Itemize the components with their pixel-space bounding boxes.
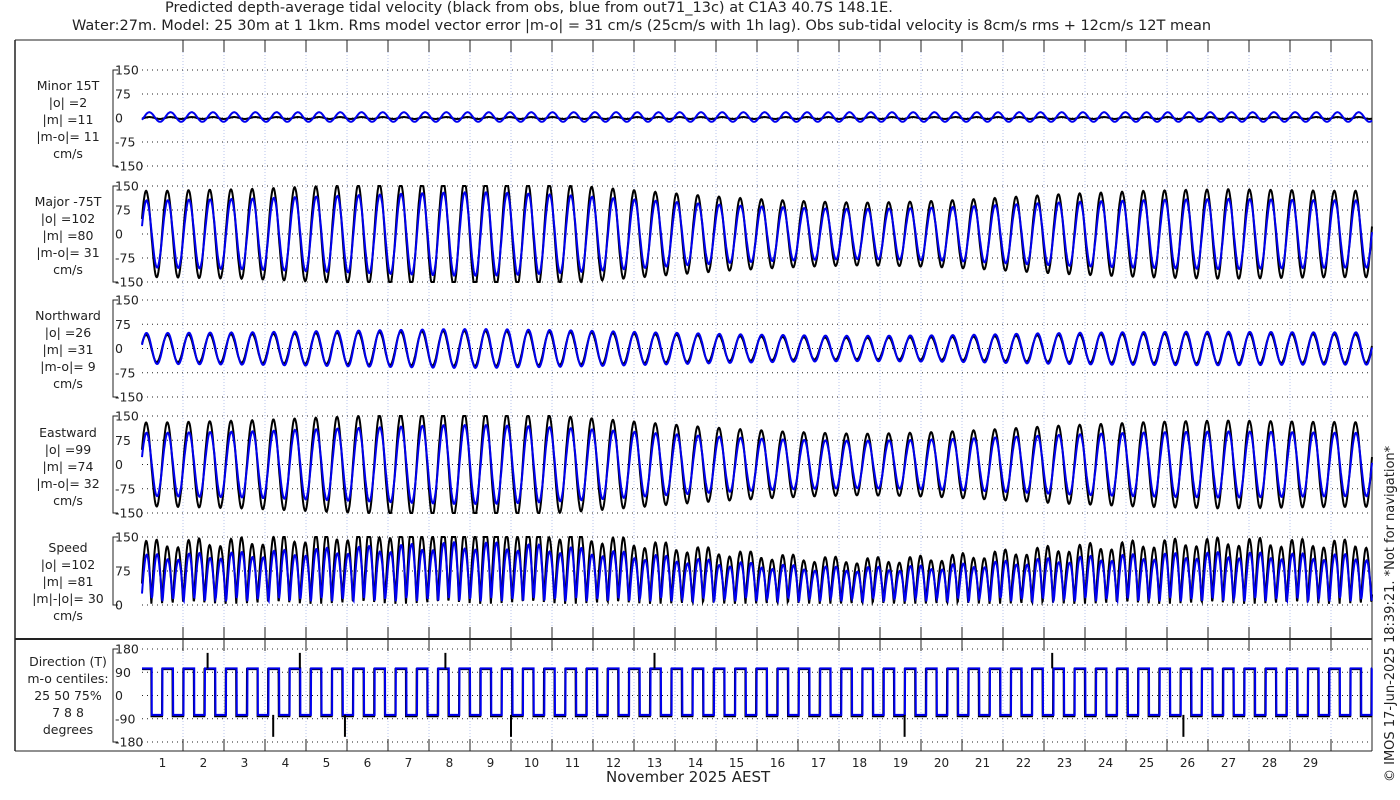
x-tick-label: 27: [1221, 756, 1236, 770]
y-tick-label: 150: [115, 63, 139, 78]
x-tick-label: 11: [565, 756, 580, 770]
y-tick-label: -90: [115, 711, 135, 726]
x-tick-label: 7: [405, 756, 413, 770]
x-tick-label: 9: [487, 756, 495, 770]
x-tick-label: 21: [975, 756, 990, 770]
panel-label-line: m-o centiles:: [27, 671, 108, 686]
x-tick-label: 20: [934, 756, 949, 770]
y-tick-label: 75: [115, 433, 131, 448]
x-tick-label: 2: [200, 756, 208, 770]
panel-label-line: cm/s: [53, 376, 83, 391]
panel-eastward: Eastward |o| =99 |m| =74 |m-o|= 32 cm/s 150 75…: [36, 409, 1373, 521]
y-tick-label: 0: [115, 598, 123, 613]
panel-label-line: |o| =2: [49, 95, 87, 110]
y-tick-label: -150: [115, 390, 143, 405]
panel-label-line: degrees: [43, 722, 93, 737]
x-tick-label: 3: [241, 756, 249, 770]
panel-label-line: Speed: [48, 540, 87, 555]
y-tick-label: 90: [115, 665, 131, 680]
y-tick-label: 75: [115, 317, 131, 332]
panel-label-line: Eastward: [39, 425, 97, 440]
panel-label-line: |o| =102: [41, 211, 95, 226]
panel-label-line: 25 50 75%: [34, 688, 102, 703]
panel-major: Major -75T |o| =102 |m| =80 |m-o|= 31 cm/s 15…: [35, 179, 1373, 290]
y-tick-label: 180: [115, 642, 139, 657]
y-tick-label: 150: [115, 530, 139, 545]
copyright-notice: © IMOS 17-Jun-2025 18:39:21. *Not for na…: [1383, 445, 1398, 782]
x-tick-label: 22: [1016, 756, 1031, 770]
panel-label-line: |o| =26: [45, 325, 91, 340]
panel-label-line: |m-o|= 11: [36, 129, 99, 144]
panel-label-line: |m| =31: [43, 342, 94, 357]
y-tick-label: 0: [115, 111, 123, 126]
x-tick-label: 19: [893, 756, 908, 770]
y-tick-label: -180: [115, 735, 143, 750]
x-tick-label: 16: [770, 756, 785, 770]
panel-direction: Direction (T) m-o centiles: 25 50 75% 7 8 8…: [27, 642, 1373, 750]
y-tick-label: 75: [115, 203, 131, 218]
y-tick-label: 0: [115, 227, 123, 242]
y-tick-label: 0: [115, 341, 123, 356]
x-tick-label: 26: [1180, 756, 1195, 770]
panel-label-line: cm/s: [53, 262, 83, 277]
y-tick-label: -75: [115, 251, 135, 266]
x-tick-label: 6: [364, 756, 372, 770]
panel-label-line: Northward: [35, 308, 101, 323]
x-tick-label: 25: [1139, 756, 1154, 770]
panel-label-line: |m| =80: [43, 228, 94, 243]
y-tick-label: 75: [115, 87, 131, 102]
y-tick-label: -75: [115, 481, 135, 496]
panel-speed: Speed |o| =102 |m| =81 |m|-|o|= 30 cm/s 150 75…: [32, 530, 1373, 623]
panel-label-line: Minor 15T: [37, 78, 100, 93]
y-tick-label: 0: [115, 457, 123, 472]
y-tick-label: -150: [115, 275, 143, 290]
panel-label-line: Major -75T: [35, 194, 102, 209]
tidal-velocity-chart: 1 2 3 4 5 6 7 8 9 10 11 12 13 14 15 16 17 18 19 20 21 22 23 24 2…: [14, 39, 1373, 770]
x-tick-label: 5: [323, 756, 331, 770]
panel-label-line: cm/s: [53, 146, 83, 161]
y-tick-label: -75: [115, 365, 135, 380]
x-tick-label: 10: [524, 756, 539, 770]
x-tick-label: 23: [1057, 756, 1072, 770]
y-tick-label: 150: [115, 409, 139, 424]
panel-northward: Northward |o| =26 |m| =31 |m-o|= 9 cm/s 150 75…: [35, 293, 1373, 405]
panel-label-line: |m-o|= 31: [36, 245, 99, 260]
y-tick-label: -150: [115, 159, 143, 174]
y-tick-label: 75: [115, 564, 131, 579]
panel-label-line: |o| =102: [41, 557, 95, 572]
series-direction-model: [142, 667, 1373, 716]
x-tick-label: 8: [446, 756, 454, 770]
x-tick-label: 24: [1098, 756, 1113, 770]
x-tick-label: 1: [159, 756, 167, 770]
y-tick-label: 150: [115, 179, 139, 194]
x-axis-label: November 2025 AEST: [606, 768, 771, 786]
x-tick-label: 29: [1303, 756, 1318, 770]
panel-label-line: cm/s: [53, 608, 83, 623]
panel-label-line: |m| =81: [43, 574, 94, 589]
y-tick-label: 150: [115, 293, 139, 308]
panel-label-line: 7 8 8: [52, 705, 84, 720]
y-tick-label: 0: [115, 688, 123, 703]
x-tick-label: 28: [1262, 756, 1277, 770]
y-tick-label: -150: [115, 506, 143, 521]
panel-label-line: |m-o|= 9: [40, 359, 95, 374]
panel-label-line: |o| =99: [45, 442, 91, 457]
panel-label-line: |m| =74: [43, 459, 94, 474]
panel-label-line: |m-o|= 32: [36, 476, 99, 491]
y-tick-label: -75: [115, 135, 135, 150]
panel-label-line: |m|-|o|= 30: [32, 591, 104, 606]
panel-label-line: cm/s: [53, 493, 83, 508]
x-tick-label: 18: [852, 756, 867, 770]
x-tick-label: 4: [282, 756, 290, 770]
panel-label-line: Direction (T): [29, 654, 107, 669]
panel-label-line: |m| =11: [43, 112, 94, 127]
x-tick-label: 17: [811, 756, 826, 770]
panel-minor: Minor 15T |o| =2 |m| =11 |m-o|= 11 cm/s 150 75…: [36, 63, 1373, 174]
